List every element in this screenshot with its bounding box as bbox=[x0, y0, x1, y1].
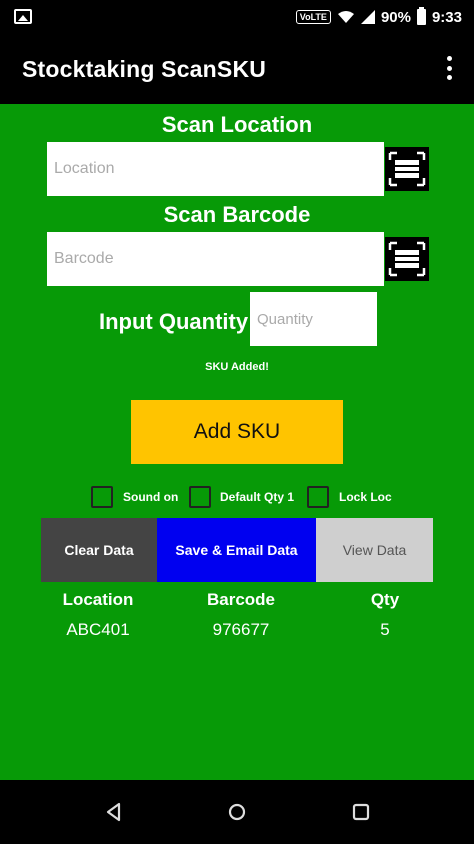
action-buttons: Clear Data Save & Email Data View Data bbox=[41, 518, 433, 582]
row-qty: 5 bbox=[380, 620, 390, 639]
status-icons: VoLTE 90% 9:33 bbox=[295, 6, 462, 28]
signal-icon bbox=[360, 10, 375, 24]
scan-location-label: Scan Location bbox=[161, 112, 313, 137]
input-quantity-label: Input Quantity bbox=[99, 309, 249, 334]
recent-apps-icon[interactable] bbox=[349, 800, 373, 824]
row-location: ABC401 bbox=[66, 620, 130, 639]
app-bar: Stocktaking ScanSKU bbox=[0, 34, 474, 104]
back-icon[interactable] bbox=[102, 800, 126, 824]
overflow-menu-icon[interactable] bbox=[446, 56, 452, 80]
clear-data-button[interactable]: Clear Data bbox=[41, 518, 157, 582]
default-qty-checkbox[interactable] bbox=[189, 486, 211, 508]
quantity-input[interactable] bbox=[250, 292, 377, 346]
lock-loc-checkbox[interactable] bbox=[307, 486, 329, 508]
sound-on-label: Sound on bbox=[123, 490, 179, 504]
table-row: ABC401 976677 5 bbox=[0, 620, 474, 642]
scan-barcode-label: Scan Barcode bbox=[163, 202, 311, 227]
clock: 9:33 bbox=[431, 8, 462, 26]
scan-barcode-button[interactable] bbox=[385, 237, 429, 281]
wifi-icon bbox=[337, 11, 354, 23]
column-barcode: Barcode bbox=[206, 590, 276, 609]
status-message: SKU Added! bbox=[205, 361, 269, 373]
barcode-scan-icon bbox=[388, 241, 426, 277]
save-email-button[interactable]: Save & Email Data bbox=[157, 518, 316, 582]
barcode-input[interactable] bbox=[47, 232, 384, 286]
sound-on-checkbox[interactable] bbox=[91, 486, 113, 508]
main-content: Scan Location Scan Barcode Input Quantit… bbox=[0, 104, 474, 780]
add-sku-button[interactable]: Add SKU bbox=[131, 400, 343, 464]
navigation-bar bbox=[0, 780, 474, 844]
scan-location-button[interactable] bbox=[385, 147, 429, 191]
view-data-button[interactable]: View Data bbox=[316, 518, 433, 582]
home-icon[interactable] bbox=[225, 800, 249, 824]
column-qty: Qty bbox=[370, 590, 400, 609]
image-notification-icon bbox=[14, 9, 32, 24]
lock-loc-label: Lock Loc bbox=[339, 490, 392, 504]
location-input[interactable] bbox=[47, 142, 384, 196]
battery-percent: 90% bbox=[380, 8, 411, 26]
battery-icon bbox=[416, 7, 426, 25]
row-barcode: 976677 bbox=[212, 620, 270, 639]
table-header: Location Barcode Qty bbox=[0, 590, 474, 612]
default-qty-label: Default Qty 1 bbox=[220, 490, 295, 504]
app-title: Stocktaking ScanSKU bbox=[22, 56, 267, 82]
options-row: Sound on Default Qty 1 Lock Loc bbox=[0, 486, 474, 510]
status-bar: VoLTE 90% 9:33 bbox=[0, 0, 474, 34]
volte-badge: VoLTE bbox=[295, 10, 331, 24]
column-location: Location bbox=[62, 590, 134, 609]
barcode-scan-icon bbox=[388, 151, 426, 187]
